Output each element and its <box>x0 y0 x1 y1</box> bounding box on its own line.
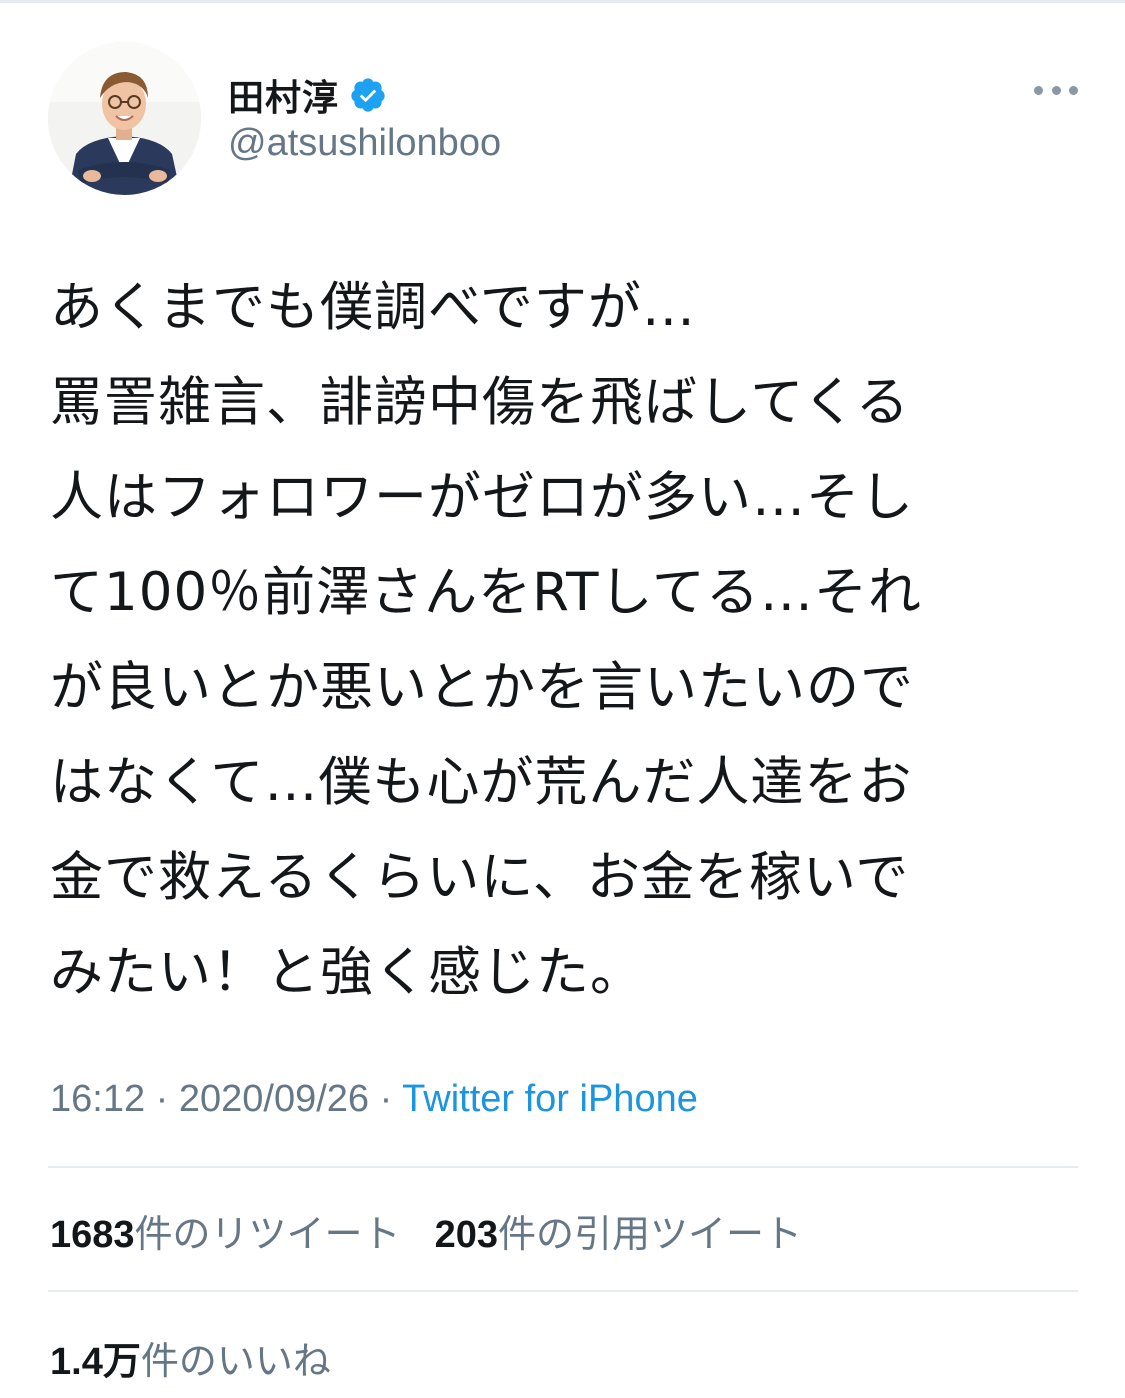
more-dots-icon[interactable] <box>1034 80 1078 100</box>
tweet-source-link[interactable]: Twitter for iPhone <box>402 1078 698 1120</box>
more-dot <box>1034 85 1043 95</box>
tweet-time[interactable]: 16:12 <box>50 1078 145 1120</box>
user-handle[interactable]: @atsushilonboo <box>228 122 501 165</box>
quotes-stat[interactable]: 203件の引用ツイート <box>435 1203 802 1258</box>
tweet-meta: 16:12 · 2020/09/26 · Twitter for iPhone <box>50 1078 698 1121</box>
meta-separator: · <box>145 1078 179 1120</box>
tweet-date[interactable]: 2020/09/26 <box>179 1078 369 1120</box>
tweet-text: あくまでも僕調べですが… 罵詈雑言、誹謗中傷を飛ばしてくる 人はフォロワーがゼロ… <box>50 277 922 1003</box>
avatar-image <box>48 42 201 195</box>
display-name-row: 田村淳 <box>228 70 387 120</box>
divider <box>48 1290 1078 1292</box>
avatar[interactable] <box>48 42 201 195</box>
display-name[interactable]: 田村淳 <box>228 69 339 121</box>
more-dot <box>1051 85 1061 95</box>
tweet-header: 田村淳 @atsushilonboo <box>48 42 1078 197</box>
divider <box>48 1166 1078 1168</box>
retweets-stat[interactable]: 1683件のリツイート <box>50 1203 401 1258</box>
retweets-count: 1683 <box>50 1214 135 1256</box>
stats-row-retweets: 1683件のリツイート 203件の引用ツイート <box>50 1203 836 1258</box>
likes-label: 件のいいね <box>140 1339 331 1383</box>
stats-row-likes: 1.4万件のいいね <box>50 1330 365 1385</box>
quotes-count: 203 <box>434 1214 498 1256</box>
verified-badge-icon <box>349 76 387 114</box>
quotes-label: 件の引用ツイート <box>497 1212 802 1256</box>
more-dot <box>1069 85 1078 95</box>
retweets-label: 件のリツイート <box>134 1212 401 1256</box>
likes-stat[interactable]: 1.4万件のいいね <box>50 1330 331 1385</box>
likes-count: 1.4万 <box>50 1341 141 1383</box>
top-divider <box>0 0 1125 3</box>
meta-separator: · <box>369 1078 403 1120</box>
